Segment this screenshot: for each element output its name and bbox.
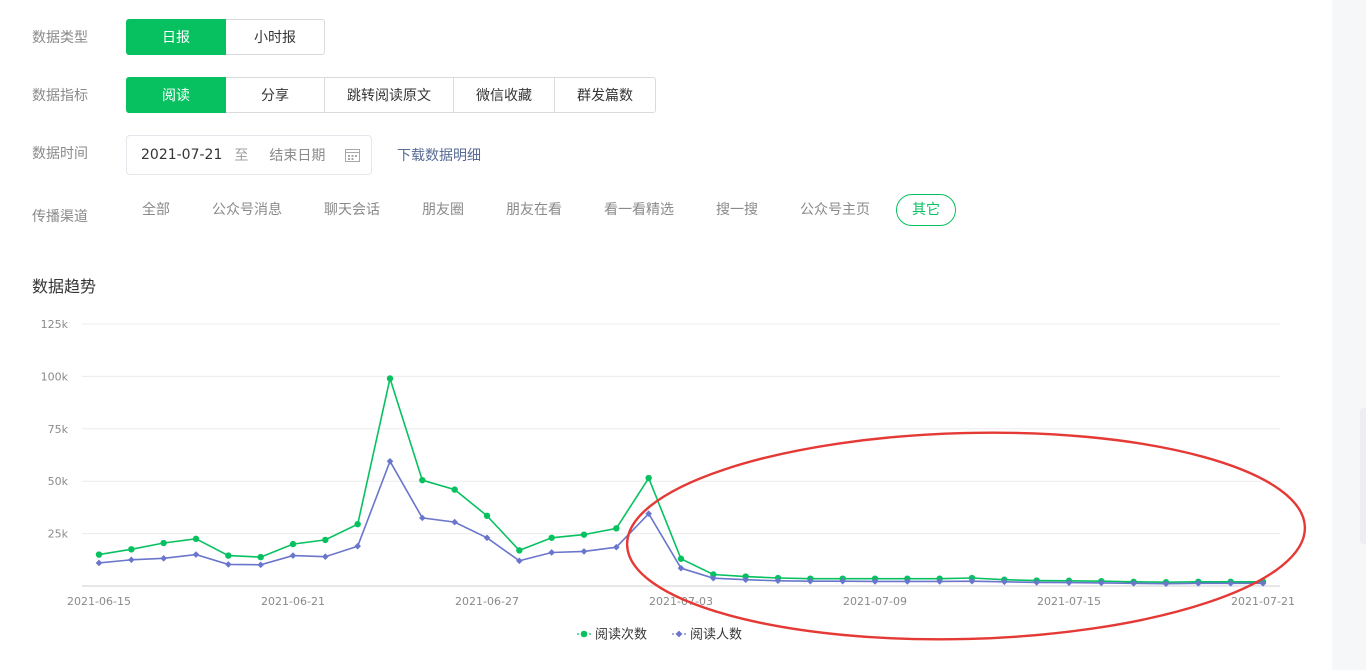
channel-top-stories[interactable]: 看一看精选	[604, 194, 674, 226]
data-point-readers	[386, 457, 394, 465]
x-tick-label: 2021-07-21	[1231, 595, 1295, 608]
legend-reads-label: 阅读次数	[595, 627, 647, 643]
data-point-reads	[645, 474, 652, 482]
data-point-reads	[677, 555, 685, 562]
x-tick-label: 2021-06-27	[455, 595, 519, 608]
data-point-readers	[192, 551, 200, 558]
x-tick-label: 2021-07-09	[843, 595, 907, 608]
data-point-readers	[451, 518, 458, 526]
data-point-reads	[289, 540, 297, 548]
data-point-readers	[548, 549, 555, 556]
calendar-icon[interactable]	[345, 148, 360, 162]
data-point-readers	[257, 561, 264, 569]
metric-label: 数据指标	[32, 88, 88, 104]
download-data-link[interactable]: 下载数据明细	[397, 145, 481, 165]
data-point-reads	[257, 553, 264, 561]
data-point-reads	[580, 531, 588, 538]
channel-account-home[interactable]: 公众号主页	[800, 194, 870, 226]
x-tick-label: 2021-07-15	[1037, 595, 1101, 608]
data-type-segmented: 日报 小时报	[126, 19, 325, 55]
channel-moments[interactable]: 朋友圈	[422, 194, 464, 226]
channel-search[interactable]: 搜一搜	[716, 194, 758, 226]
metric-option-favorite[interactable]: 微信收藏	[453, 77, 555, 113]
y-tick-label: 25k	[48, 528, 69, 541]
data-point-reads	[419, 476, 426, 484]
legend-readers-marker	[675, 630, 683, 638]
data-point-reads	[160, 539, 167, 547]
data-point-readers	[95, 559, 103, 567]
legend-readers-label: 阅读人数	[690, 628, 742, 643]
legend-reads-marker	[580, 630, 588, 638]
x-tick-label: 2021-07-03	[649, 595, 713, 608]
channel-friends-watching[interactable]: 朋友在看	[506, 194, 562, 226]
channel-other[interactable]: 其它	[896, 194, 956, 226]
channel-label: 传播渠道	[32, 209, 88, 225]
metric-option-share[interactable]: 分享	[225, 77, 325, 113]
metric-segmented: 阅读 分享 跳转阅读原文 微信收藏 群发篇数	[126, 77, 656, 113]
data-point-readers	[354, 542, 361, 550]
data-point-readers	[128, 556, 135, 564]
metric-option-read-original[interactable]: 跳转阅读原文	[324, 77, 454, 113]
series-line-reads	[98, 375, 1263, 584]
annotation-ellipse	[625, 431, 1307, 641]
data-point-readers	[580, 548, 588, 555]
data-point-reads	[225, 552, 232, 559]
trend-title: 数据趋势	[32, 277, 97, 296]
x-tick-label: 2021-06-21	[261, 595, 325, 608]
y-tick-label: 75k	[48, 423, 69, 436]
data-point-reads	[322, 536, 329, 544]
data-point-reads	[548, 534, 555, 541]
y-tick-label: 50k	[48, 475, 69, 488]
data-type-label: 数据类型	[32, 30, 88, 46]
channel-chat[interactable]: 聊天会话	[324, 194, 380, 226]
data-point-reads	[516, 547, 523, 554]
time-label: 数据时间	[32, 146, 88, 162]
data-point-readers	[322, 553, 329, 560]
data-type-option-daily[interactable]: 日报	[126, 19, 226, 55]
data-point-reads	[354, 520, 361, 528]
data-point-reads	[192, 535, 200, 543]
data-point-readers	[160, 555, 167, 562]
trend-chart: 25k 50k 75k 100k 125k 2021-06-15 2021-06-21 202…	[41, 318, 1307, 643]
y-tick-label: 125k	[41, 318, 69, 331]
data-point-reads	[128, 546, 135, 553]
y-tick-label: 100k	[41, 370, 69, 383]
metric-option-mass-send[interactable]: 群发篇数	[554, 77, 656, 113]
data-point-reads	[613, 525, 620, 532]
date-end-placeholder[interactable]: 结束日期	[269, 145, 325, 165]
data-point-reads	[483, 512, 491, 519]
data-type-option-hourly[interactable]: 小时报	[225, 19, 325, 55]
data-point-readers	[289, 552, 297, 559]
side-scroll-handle[interactable]	[1360, 408, 1366, 544]
data-point-readers	[225, 561, 232, 568]
metric-option-read[interactable]: 阅读	[126, 77, 226, 113]
date-range-picker[interactable]: 2021-07-21 至 结束日期	[126, 135, 372, 175]
channel-all[interactable]: 全部	[142, 194, 170, 226]
right-gutter	[1332, 0, 1366, 670]
data-point-reads	[95, 551, 103, 558]
data-point-readers	[677, 564, 685, 572]
data-point-reads	[386, 375, 394, 382]
date-start-value[interactable]: 2021-07-21	[141, 147, 222, 163]
data-point-reads	[451, 486, 458, 493]
data-point-readers	[419, 514, 426, 522]
channel-official-msg[interactable]: 公众号消息	[212, 194, 282, 226]
x-tick-label: 2021-06-15	[67, 595, 131, 608]
date-separator: 至	[234, 148, 249, 164]
